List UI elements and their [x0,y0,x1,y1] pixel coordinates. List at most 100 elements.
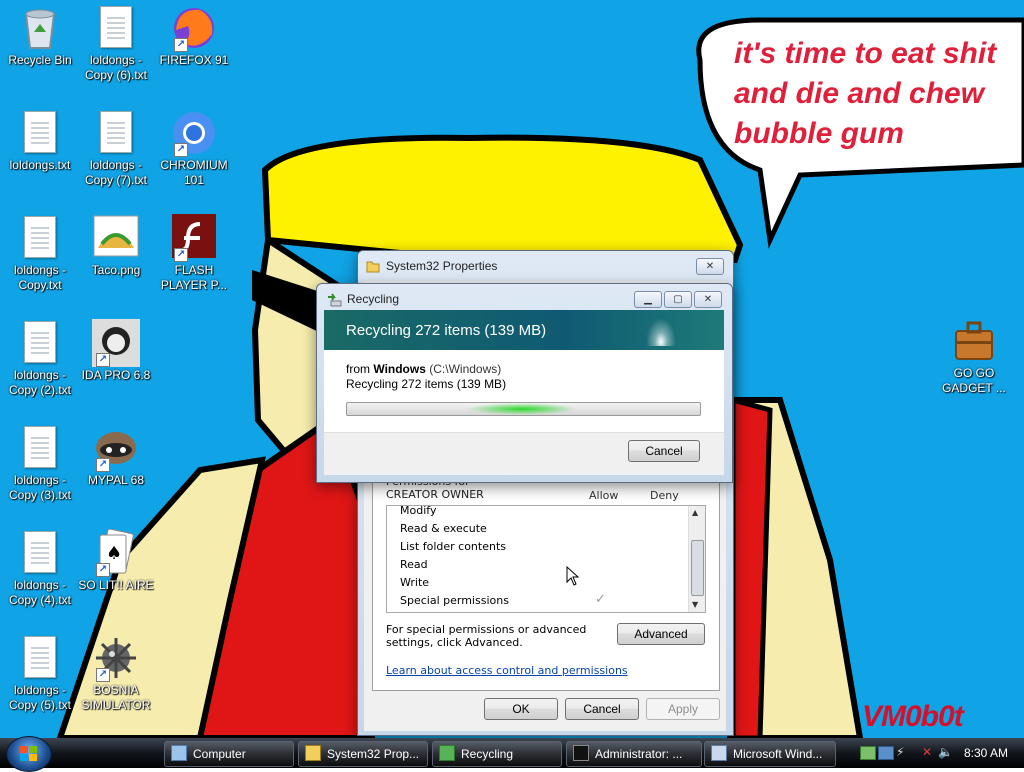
icon-label: FLASH PLAYER P... [160,263,228,292]
icon-label: SO LIT!! AIRE [78,578,154,592]
apply-button[interactable]: Apply [646,698,720,720]
desktop-icon-mypal[interactable]: ↗ MYPAL 68 [76,424,156,488]
column-deny: Deny [650,489,679,502]
shortcut-arrow-icon: ↗ [174,143,188,157]
system-tray: ⚡ ✕ 🔈 8:30 AM [856,738,1024,768]
desktop-icon-text-file[interactable]: loldongs - Copy.txt [0,214,80,293]
taskbar-item-computer[interactable]: Computer [164,741,294,767]
text-file-icon [24,426,56,468]
windows-logo-icon [20,746,37,761]
network-icon[interactable] [860,746,876,760]
desktop-icon-ida-pro[interactable]: ↗ IDA PRO 6.8 [76,319,156,383]
desktop-icon-firefox[interactable]: ↗ FIREFOX 91 [154,4,234,68]
maximize-button[interactable]: ▢ [664,291,692,308]
desktop-icon-text-file[interactable]: loldongs - Copy (5).txt [0,634,80,713]
access-control-link[interactable]: Learn about access control and permissio… [386,664,628,677]
icon-label: loldongs.txt [9,158,71,172]
icon-label: loldongs - Copy (7).txt [84,158,147,187]
permission-row: Special permissions [400,594,509,607]
close-button[interactable]: ✕ [694,291,722,308]
shortcut-arrow-icon: ↗ [174,248,188,262]
start-button[interactable] [6,736,52,772]
from-prefix: from [346,362,370,376]
icon-label: GO GO GADGET ... [942,366,1006,395]
desktop-icon-gadget[interactable]: GO GO GADGET ... [934,317,1014,396]
cancel-button[interactable]: Cancel [628,440,700,462]
desktop-icon-chromium[interactable]: ↗ CHROMIUM 101 [154,109,234,188]
display-icon[interactable] [878,746,894,760]
folder-icon [366,261,380,273]
from-name: Windows [373,362,426,376]
desktop-icon-text-file[interactable]: loldongs.txt [0,109,80,173]
computer-icon [171,745,187,761]
speech-line: and die and chew [734,77,985,110]
desktop-icon-taco[interactable]: Taco.png [76,214,156,278]
permission-row: List folder contents [400,540,506,553]
command-prompt-icon [573,745,589,761]
text-file-icon [100,6,132,48]
taskbar-label: System32 Prop... [327,747,420,761]
icon-label: loldongs - Copy (5).txt [8,683,71,712]
desktop-icon-text-file[interactable]: loldongs - Copy (6).txt [76,4,156,83]
dialog-header-band: Recycling 272 items (139 MB) [324,310,724,350]
desktop-icon-text-file[interactable]: loldongs - Copy (4).txt [0,529,80,608]
status-text: Recycling 272 items (139 MB) [346,377,507,391]
icon-label: loldongs - Copy.txt [13,263,67,292]
scroll-down-icon[interactable]: ▼ [692,600,698,609]
window-title: System32 Properties [386,259,498,273]
taskbar-item-microsoft-word[interactable]: Microsoft Wind... [704,741,836,767]
shortcut-arrow-icon: ↗ [174,38,188,52]
from-line: from Windows (C:\Windows) [346,362,501,376]
icon-label: FIREFOX 91 [159,53,229,67]
desktop-icon-solitaire[interactable]: ♠ ↗ SO LIT!! AIRE [76,528,156,593]
scroll-thumb[interactable] [691,540,704,596]
permissions-list[interactable]: Modify Read & execute List folder conten… [386,505,706,613]
image-file-icon [93,215,139,257]
desktop-icon-recycle-bin[interactable]: Recycle Bin [0,4,80,68]
desktop-icon-text-file[interactable]: loldongs - Copy (3).txt [0,424,80,503]
from-path: (C:\Windows) [429,362,502,376]
icon-label: Recycle Bin [8,53,72,67]
minimize-button[interactable]: ▁ [634,291,662,308]
icon-label: loldongs - Copy (4).txt [8,578,71,607]
permission-row: Read & execute [400,522,487,535]
artist-signature: VM0b0t [862,700,964,733]
icon-label: Taco.png [91,263,141,277]
advanced-button[interactable]: Advanced [617,623,705,645]
taskbar-item-system32-properties[interactable]: System32 Prop... [298,741,428,767]
desktop-icon-text-file[interactable]: loldongs - Copy (2).txt [0,319,80,398]
desktop-icon-flash-player[interactable]: ↗ FLASH PLAYER P... [154,214,234,293]
cancel-button[interactable]: Cancel [565,698,639,720]
shortcut-arrow-icon: ↗ [96,563,110,577]
folder-icon [305,745,321,761]
allow-checkmark-icon: ✓ [595,592,606,607]
power-icon[interactable]: ⚡ [896,745,904,759]
special-permissions-text: For special permissions or advanced sett… [386,623,587,649]
desktop-icon-text-file[interactable]: loldongs - Copy (7).txt [76,109,156,188]
taskbar-label: Administrator: ... [595,747,683,761]
text-file-icon [24,531,56,573]
clock[interactable]: 8:30 AM [964,746,1008,760]
taskbar-label: Microsoft Wind... [733,747,823,761]
progress-marquee [467,403,577,415]
speech-line: bubble gum [734,117,904,150]
text-file-icon [100,111,132,153]
close-button[interactable]: ✕ [696,258,724,275]
shortcut-arrow-icon: ↗ [96,458,110,472]
icon-label: CHROMIUM 101 [160,158,228,187]
volume-muted-icon[interactable]: 🔈 [938,745,953,759]
icon-label: loldongs - Copy (2).txt [8,368,71,397]
glow-icon [646,318,676,346]
desktop-icon-bosnia-simulator[interactable]: ↗ BOSNIA SIMULATOR [76,634,156,713]
scroll-up-icon[interactable]: ▲ [692,508,698,517]
taskbar-item-recycling[interactable]: Recycling [432,741,562,767]
svg-text:♠: ♠ [106,543,122,564]
vertical-scrollbar[interactable]: ▲ ▼ [688,506,705,612]
taskbar-item-admin-cmd[interactable]: Administrator: ... [566,741,702,767]
connection-warning-icon[interactable]: ✕ [922,745,932,759]
icon-label: BOSNIA SIMULATOR [81,683,151,712]
speech-line: it's time to eat shit [734,37,997,70]
window-app-icon [711,745,727,761]
ok-button[interactable]: OK [484,698,558,720]
shortcut-arrow-icon: ↗ [96,353,110,367]
